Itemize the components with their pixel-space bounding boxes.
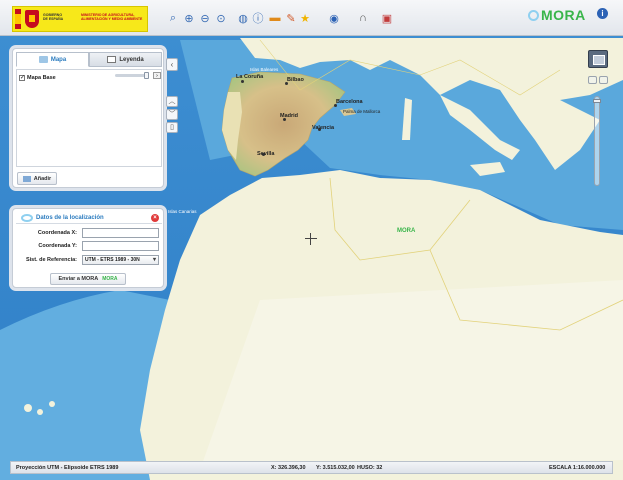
crosshair-icon [305, 233, 317, 245]
info-icon[interactable]: ⓘ [251, 11, 265, 25]
ministry-text: MINISTERIO DE AGRICULTURA, ALIMENTACIÓN … [81, 13, 143, 21]
reference-system-label: Sist. de Referencia: [25, 257, 77, 263]
add-layer-button[interactable]: Añadir [17, 172, 57, 185]
map-icon [38, 56, 48, 63]
layer-list: ✓ Mapa Base › [16, 69, 162, 167]
x-coordinate-label: Coordenada X: [37, 230, 77, 236]
collapse-panel-button[interactable]: ‹ [166, 58, 178, 71]
tab-map-label: Mapa [50, 56, 67, 63]
send-to-mora-button[interactable]: Enviar a MORA MORA [50, 273, 126, 285]
reference-system-select[interactable]: UTM - ETRS 1989 - 30N [82, 255, 159, 265]
city-label: Barcelona [336, 99, 363, 105]
y-coordinate-readout: Y: 3.515.032,00 [316, 465, 355, 471]
city-label: Madrid [280, 113, 299, 119]
government-text: GOBIERNO DE ESPAÑA [43, 13, 64, 21]
scale-readout: ESCALA 1:16.000.000 [549, 465, 606, 471]
city-label: Palma de Mallorca [343, 109, 381, 114]
location-panel: Datos de la localización × Coordenada X:… [12, 208, 164, 288]
overview-map-button[interactable] [588, 50, 608, 68]
zone-readout: HUSO: 32 [357, 465, 383, 471]
send-to-mora-label: Enviar a MORA [58, 276, 99, 282]
zoom-window-icon[interactable]: ⌕ [166, 11, 180, 25]
pan-left-button[interactable] [588, 76, 597, 84]
y-coordinate-label: Coordenada Y: [38, 243, 77, 249]
y-coordinate-input[interactable] [82, 241, 159, 251]
legend-icon [107, 56, 117, 63]
measure-line-icon[interactable]: ▬ [268, 11, 282, 25]
opacity-slider[interactable] [115, 72, 149, 79]
x-coordinate-readout: X: 326.396,30 [271, 465, 306, 471]
coat-of-arms-icon [25, 10, 39, 28]
city-label: La Coruña [236, 74, 264, 80]
star-icon[interactable]: ★ [298, 11, 312, 25]
zoom-full-icon[interactable]: ⊙ [214, 11, 228, 25]
zoom-in-icon[interactable]: ⊕ [182, 11, 196, 25]
globe-icon[interactable]: ◍ [236, 11, 250, 25]
layer-checkbox[interactable]: ✓ [19, 74, 25, 81]
clipboard-icon[interactable]: ▯ [166, 122, 178, 133]
chevron-down-icon[interactable]: ﹀ [166, 109, 178, 120]
status-bar: Proyección UTM - Elipsoide ETRS 1989 X: … [10, 461, 613, 474]
city-label: Valencia [312, 125, 335, 131]
print-icon[interactable]: ▣ [380, 11, 394, 25]
chevron-up-icon[interactable]: ︿ [166, 96, 178, 107]
zoom-slider-knob[interactable] [593, 99, 601, 103]
zoom-out-icon[interactable]: ⊖ [198, 11, 212, 25]
layer-name: Mapa Base [27, 74, 56, 81]
add-layer-label: Añadir [33, 175, 52, 182]
city-dot [241, 80, 244, 83]
government-logo: GOBIERNO DE ESPAÑA MINISTERIO DE AGRICUL… [12, 6, 148, 32]
search-place-icon[interactable]: ◉ [324, 11, 344, 25]
add-layer-icon [22, 175, 31, 182]
tab-map[interactable]: Mapa [16, 52, 89, 67]
opacity-slider-knob[interactable] [144, 72, 149, 79]
top-toolbar: GOBIERNO DE ESPAÑA MINISTERIO DE AGRICUL… [0, 0, 623, 36]
pan-right-button[interactable] [599, 76, 608, 84]
tab-legend[interactable]: Leyenda [89, 52, 162, 67]
projection-text: Proyección UTM - Elipsoide ETRS 1989 [16, 465, 119, 471]
mora-ring-icon [21, 214, 33, 222]
zoom-slider[interactable] [593, 96, 601, 186]
brand-name: MORA [541, 7, 586, 23]
region-label: Islas Baleares [250, 67, 279, 72]
layers-panel: Mapa Leyenda ✓ Mapa Base › Añadir [12, 48, 164, 188]
pencil-icon[interactable]: ✎ [284, 11, 298, 25]
help-button[interactable]: i [597, 8, 608, 19]
city-label: Bilbao [287, 77, 304, 83]
magnet-icon[interactable]: ∩ [356, 11, 370, 25]
city-label: Sevilla [257, 151, 275, 157]
mora-logo: MORA [528, 7, 586, 23]
mora-watermark: MORA [397, 228, 416, 234]
location-panel-header: Datos de la localización × [16, 212, 162, 224]
layer-options-button[interactable]: › [153, 72, 161, 79]
layers-tabs: Mapa Leyenda [16, 52, 162, 67]
x-coordinate-input[interactable] [82, 228, 159, 238]
mora-ring-icon [528, 10, 539, 21]
location-panel-title: Datos de la localización [36, 214, 104, 221]
close-icon[interactable]: × [151, 214, 159, 222]
region-label: Islas Canarias [168, 209, 197, 214]
tab-legend-label: Leyenda [119, 56, 144, 63]
flag-icon [15, 9, 21, 29]
mora-mini-logo: MORA [102, 276, 118, 282]
